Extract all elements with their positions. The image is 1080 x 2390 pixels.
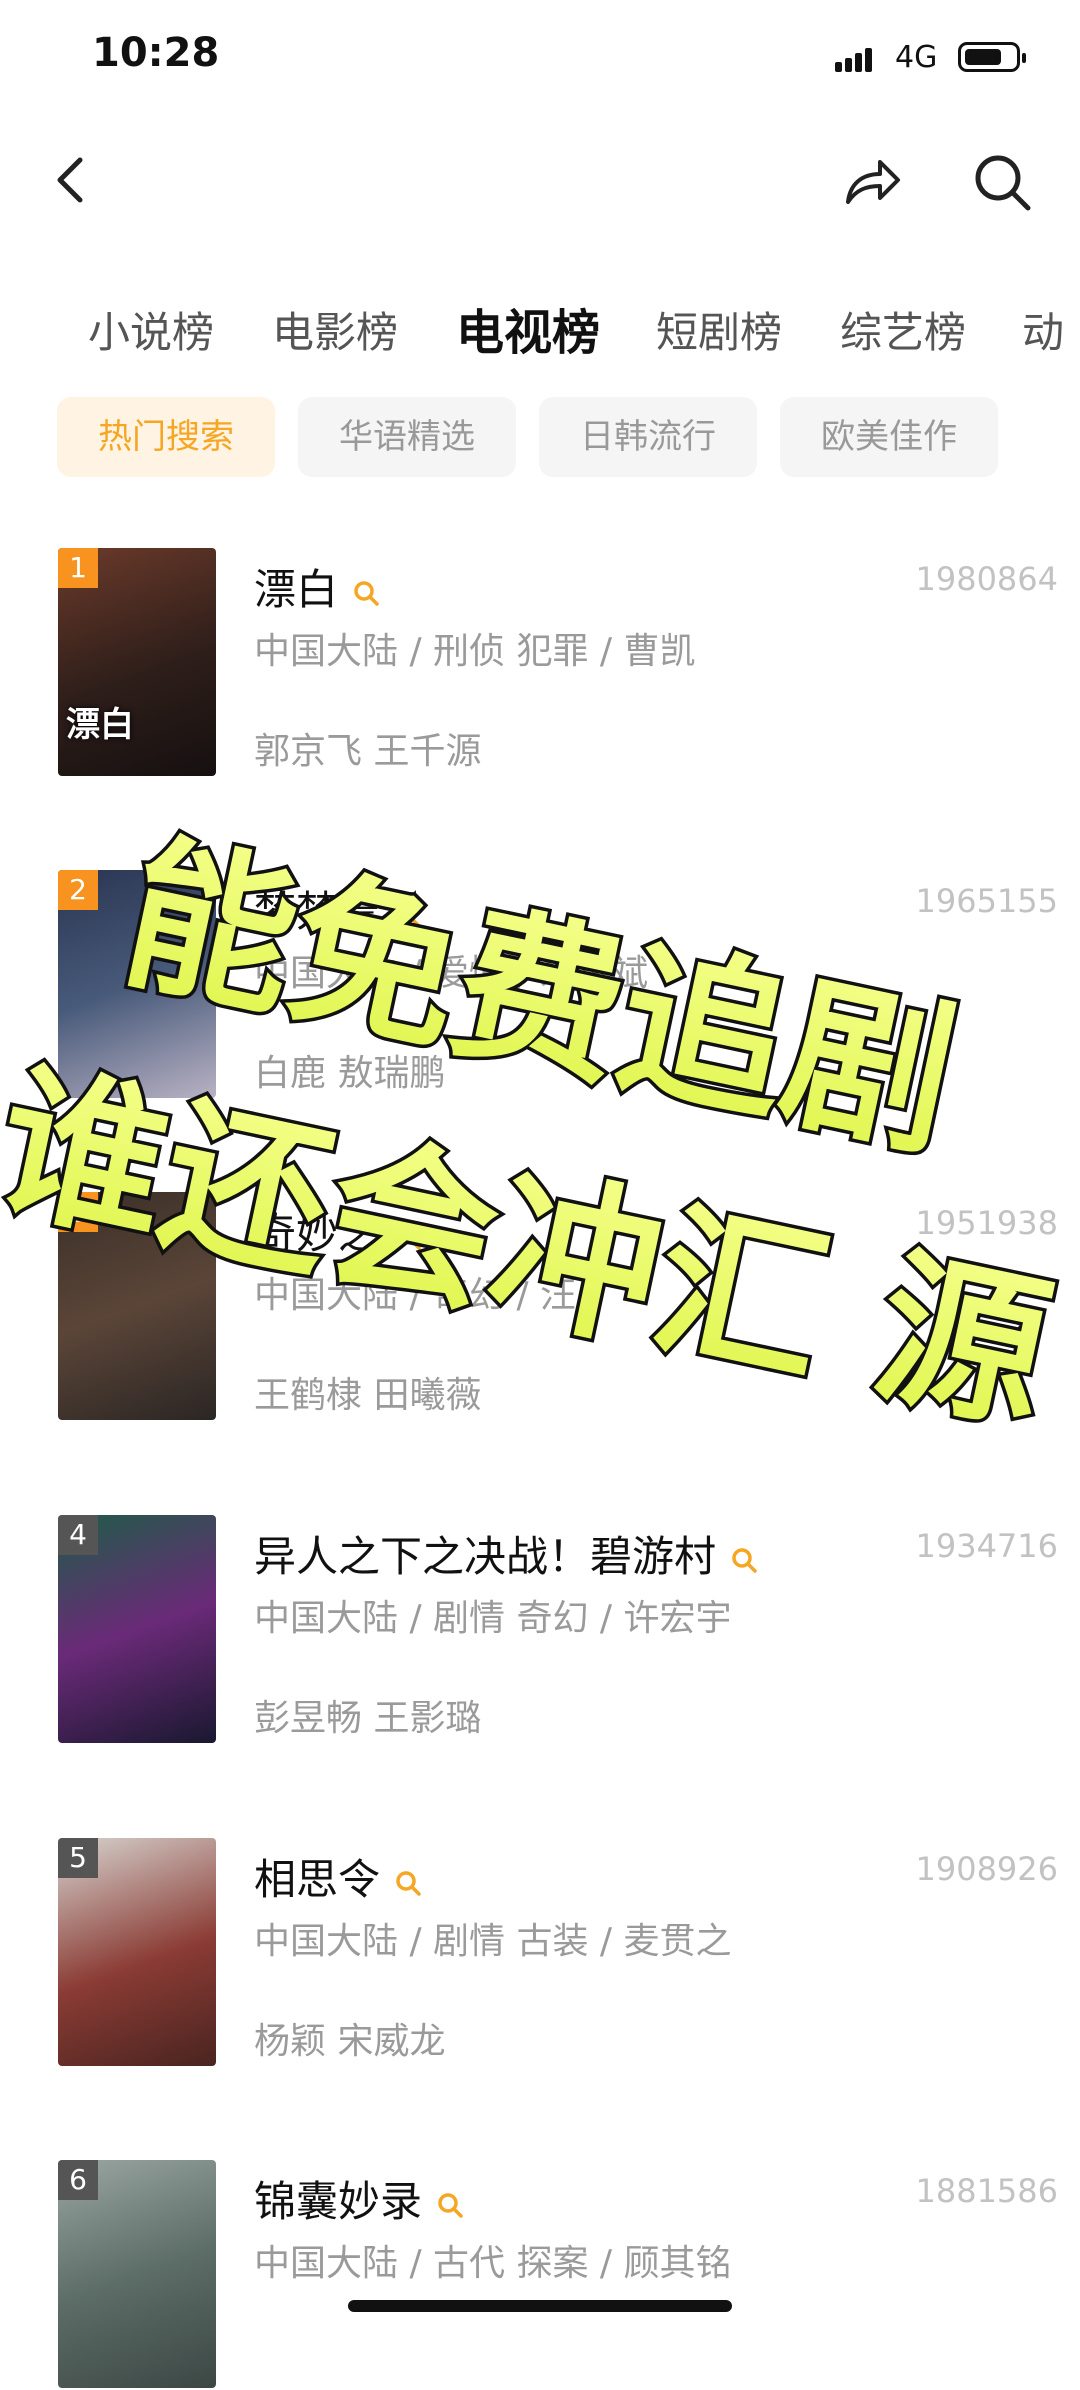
rank-badge: 2 xyxy=(58,870,98,910)
search-count: 1934716 xyxy=(915,1527,1058,1565)
search-icon xyxy=(396,1870,421,1896)
list-item[interactable]: 3 奇妙之 1951938 中国大陆 / 奇幻 / 汪 王鹤棣 田曦薇 xyxy=(58,1192,1058,1422)
item-title: 奇妙之 xyxy=(254,1200,422,1261)
tab-tv[interactable]: 电视榜 xyxy=(456,293,600,363)
poster-title: 漂白 xyxy=(66,705,134,745)
poster-image: 5 xyxy=(58,1838,216,2066)
search-count: 1980864 xyxy=(915,560,1058,598)
item-cast: 王鹤棣 田曦薇 xyxy=(254,1375,482,1416)
item-meta: 中国大陆 / 古代 探案 / 顾其铭 xyxy=(254,2243,732,2284)
chip-japan-korea[interactable]: 日韩流行 xyxy=(539,397,757,477)
status-bar: 10:28 4G xyxy=(0,0,1080,110)
share-icon[interactable] xyxy=(840,150,904,214)
tab-movie[interactable]: 电影榜 xyxy=(272,299,398,360)
search-icon xyxy=(732,1547,757,1573)
item-cast: 彭昱畅 王影璐 xyxy=(254,1698,482,1739)
search-icon xyxy=(396,902,421,928)
item-cast: 白鹿 敖瑞鹏 xyxy=(254,1053,446,1094)
list-item[interactable]: 2 梦梵晨 1965155 中国大陆 / 爱情 / 朱锐斌 白鹿 敖瑞鹏 xyxy=(58,870,1058,1100)
filter-chips: 热门搜索 华语精选 日韩流行 欧美佳作 xyxy=(0,397,1080,477)
tab-novel[interactable]: 小说榜 xyxy=(88,299,214,360)
search-icon xyxy=(438,2192,463,2218)
chip-hot-search[interactable]: 热门搜索 xyxy=(57,397,275,477)
search-count: 1908926 xyxy=(915,1850,1058,1888)
back-arrow-icon[interactable] xyxy=(42,150,102,210)
rank-badge: 4 xyxy=(58,1515,98,1555)
rank-badge: 6 xyxy=(58,2160,98,2200)
search-count: 1965155 xyxy=(915,882,1058,920)
tab-anime[interactable]: 动 xyxy=(1022,299,1064,360)
poster-image: 2 xyxy=(58,870,216,1098)
item-title: 锦囊妙录 xyxy=(254,2168,464,2229)
search-icon xyxy=(354,580,379,606)
item-meta: 中国大陆 / 剧情 奇幻 / 许宏宇 xyxy=(254,1598,732,1639)
item-cast: 杨颖 宋威龙 xyxy=(254,2021,446,2062)
chip-chinese[interactable]: 华语精选 xyxy=(298,397,516,477)
nav-bar xyxy=(0,130,1080,230)
rank-badge: 1 xyxy=(58,548,98,588)
rank-badge: 5 xyxy=(58,1838,98,1878)
poster-image: 4 xyxy=(58,1515,216,1743)
list-item[interactable]: 5 相思令 1908926 中国大陆 / 剧情 古装 / 麦贯之 杨颖 宋威龙 xyxy=(58,1838,1058,2068)
item-title: 相思令 xyxy=(254,1846,422,1907)
battery-icon xyxy=(958,42,1026,72)
search-icon[interactable] xyxy=(970,150,1034,214)
search-count: 1881586 xyxy=(915,2172,1058,2210)
poster-image: 3 xyxy=(58,1192,216,1420)
home-indicator xyxy=(348,2300,732,2312)
poster-image: 6 xyxy=(58,2160,216,2388)
rank-badge: 3 xyxy=(58,1192,98,1232)
item-title: 异人之下之决战！碧游村 xyxy=(254,1523,758,1584)
list-item[interactable]: 1 漂白 漂白 1980864 中国大陆 / 刑侦 犯罪 / 曹凯 郭京飞 王千… xyxy=(58,548,1058,778)
category-tabs: 小说榜 电影榜 电视榜 短剧榜 综艺榜 动 xyxy=(0,285,1080,365)
item-title: 漂白 xyxy=(254,556,380,617)
tab-short-drama[interactable]: 短剧榜 xyxy=(656,299,782,360)
poster-image: 1 漂白 xyxy=(58,548,216,776)
tab-variety[interactable]: 综艺榜 xyxy=(840,299,966,360)
signal-icon xyxy=(835,46,881,72)
item-meta: 中国大陆 / 刑侦 犯罪 / 曹凯 xyxy=(254,631,696,672)
list-item[interactable]: 6 锦囊妙录 1881586 中国大陆 / 古代 探案 / 顾其铭 xyxy=(58,2160,1058,2390)
item-meta: 中国大陆 / 奇幻 / 汪 xyxy=(254,1275,577,1316)
item-title: 梦梵晨 xyxy=(254,878,422,939)
search-icon xyxy=(396,1224,421,1250)
item-meta: 中国大陆 / 爱情 / 朱锐斌 xyxy=(254,953,649,994)
chip-western[interactable]: 欧美佳作 xyxy=(780,397,998,477)
item-meta: 中国大陆 / 剧情 古装 / 麦贯之 xyxy=(254,1921,732,1962)
search-count: 1951938 xyxy=(915,1204,1058,1242)
network-type: 4G xyxy=(895,40,938,75)
list-item[interactable]: 4 异人之下之决战！碧游村 1934716 中国大陆 / 剧情 奇幻 / 许宏宇… xyxy=(58,1515,1058,1745)
item-cast: 郭京飞 王千源 xyxy=(254,731,482,772)
status-time: 10:28 xyxy=(92,30,220,76)
